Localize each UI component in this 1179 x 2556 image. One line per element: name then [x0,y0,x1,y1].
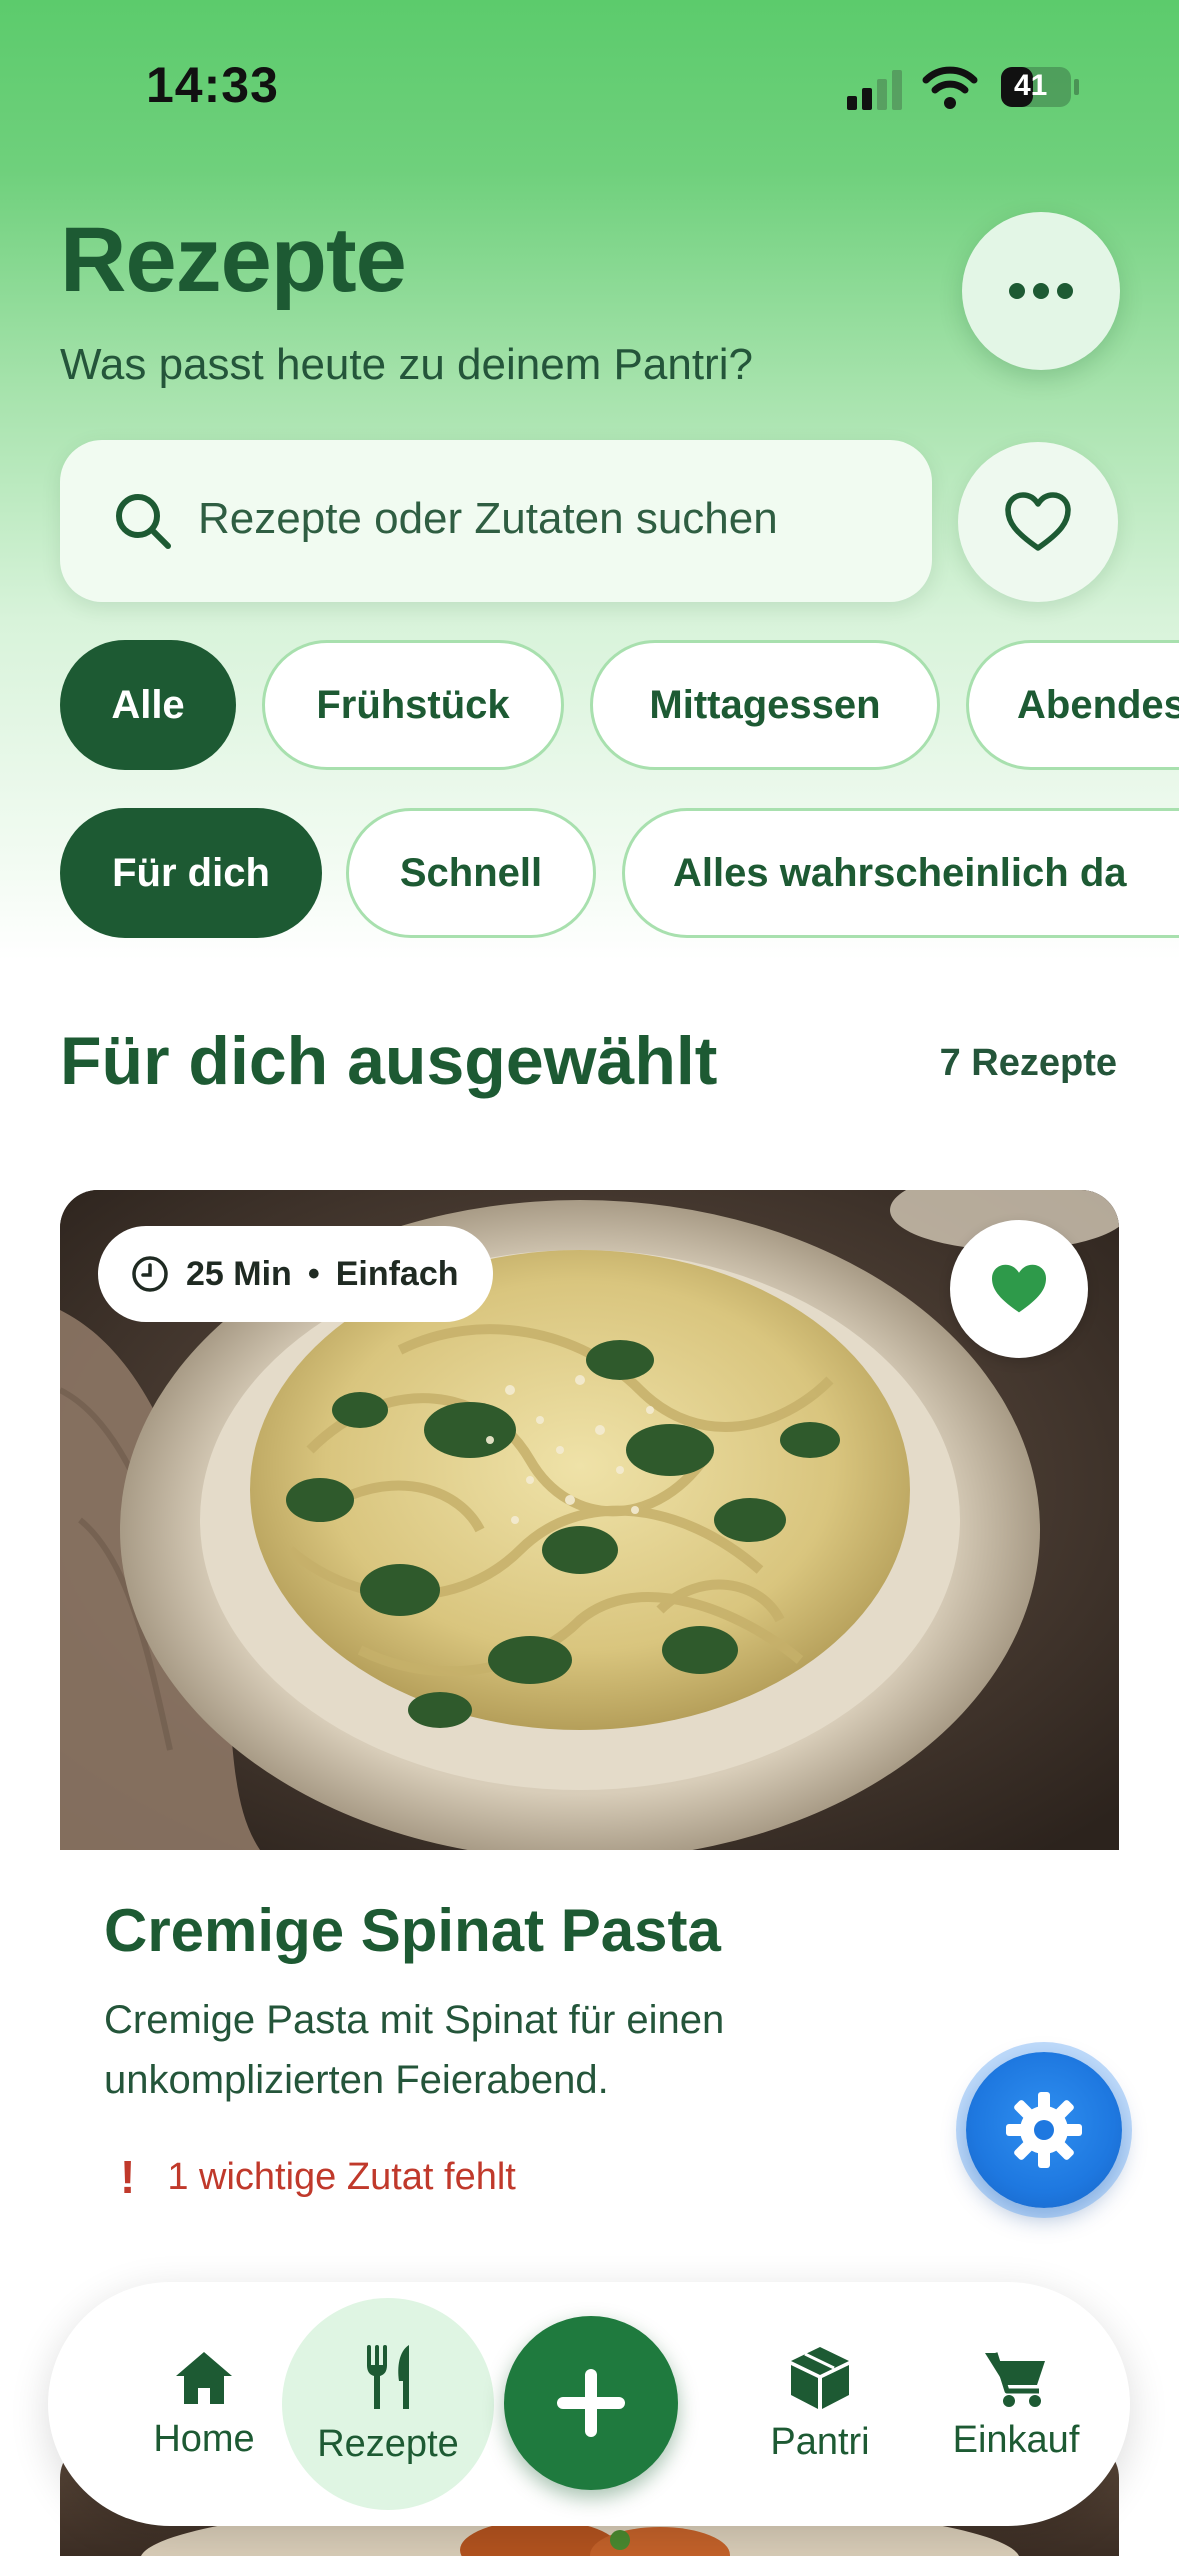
chip-alles-da[interactable]: Alles wahrscheinlich da [622,808,1179,938]
tab-label: Rezepte [317,2422,459,2465]
chip-mittagessen[interactable]: Mittagessen [590,640,940,770]
recipe-card[interactable]: 25 Min • Einfach Cremige Spinat Pasta Cr… [60,1190,1119,2370]
tab-rezepte[interactable]: Rezepte [282,2298,494,2510]
search-input[interactable]: Rezepte oder Zutaten suchen [60,440,932,602]
plus-icon [557,2369,625,2437]
tab-home[interactable]: Home [104,2282,304,2526]
add-button[interactable] [504,2316,678,2490]
home-icon [176,2351,232,2404]
chip-label: Alles wahrscheinlich da [673,850,1127,895]
box-icon [791,2346,849,2409]
chip-label: Alle [111,682,185,727]
missing-ingredient-text: 1 wichtige Zutat fehlt [167,2155,516,2198]
chip-alle[interactable]: Alle [60,640,236,770]
bottom-tab-bar: Home Rezepte Pantri Einkauf [48,2282,1130,2526]
recipe-title: Cremige Spinat Pasta [104,1897,721,1964]
tab-einkauf[interactable]: Einkauf [916,2282,1116,2526]
heart-filled-icon [992,1264,1046,1313]
fork-knife-icon [367,2344,409,2409]
chip-label: Schnell [399,850,543,895]
wifi-icon [922,66,978,109]
recipe-difficulty: Einfach [335,1254,459,1293]
more-options-button[interactable] [962,212,1120,370]
chip-fruehstueck[interactable]: Frühstück [262,640,564,770]
meta-separator: • [307,1254,320,1293]
chip-fuer-dich[interactable]: Für dich [60,808,322,938]
search-icon [116,494,171,549]
cellular-signal-icon [847,70,902,110]
favorites-button[interactable] [958,442,1118,602]
recipe-meta-badge: 25 Min • Einfach [98,1226,493,1322]
cart-icon [985,2351,1045,2407]
chip-label: Abendessen [1017,682,1179,727]
section-title: Für dich ausgewählt [60,1023,718,1099]
tab-label: Einkauf [952,2418,1080,2461]
recipe-image: 25 Min • Einfach [60,1190,1119,1850]
chip-label: Mittagessen [649,682,881,727]
status-bar: 14:33 41 [0,0,1179,170]
chip-label: Für dich [112,850,270,895]
battery-level: 41 [1014,69,1048,102]
ellipsis-icon [1009,283,1073,299]
chip-label: Frühstück [316,682,510,727]
section-count: 7 Rezepte [939,1042,1117,1084]
search-placeholder: Rezepte oder Zutaten suchen [198,494,778,543]
tab-pantri[interactable]: Pantri [720,2282,920,2526]
recipe-description: Cremige Pasta mit Spinat für einen unkom… [104,1998,725,2102]
gear-icon [1006,2092,1082,2168]
recipe-favorite-button[interactable] [950,1220,1088,1358]
warning-icon: ! [120,2151,136,2203]
missing-ingredient-notice: ! 1 wichtige Zutat fehlt [120,2150,516,2204]
settings-button[interactable] [966,2052,1122,2208]
heart-outline-icon [1005,492,1071,551]
clock-icon [132,1256,168,1292]
chip-schnell[interactable]: Schnell [346,808,596,938]
status-time: 14:33 [146,57,279,113]
chip-abendessen[interactable]: Abendessen [966,640,1179,770]
battery-icon: 41 [1000,66,1080,108]
page-subtitle: Was passt heute zu deinem Pantri? [60,340,753,389]
tab-label: Home [153,2417,255,2460]
recipe-time: 25 Min [186,1254,292,1293]
tab-label: Pantri [770,2420,870,2463]
page-title: Rezepte [60,209,407,311]
